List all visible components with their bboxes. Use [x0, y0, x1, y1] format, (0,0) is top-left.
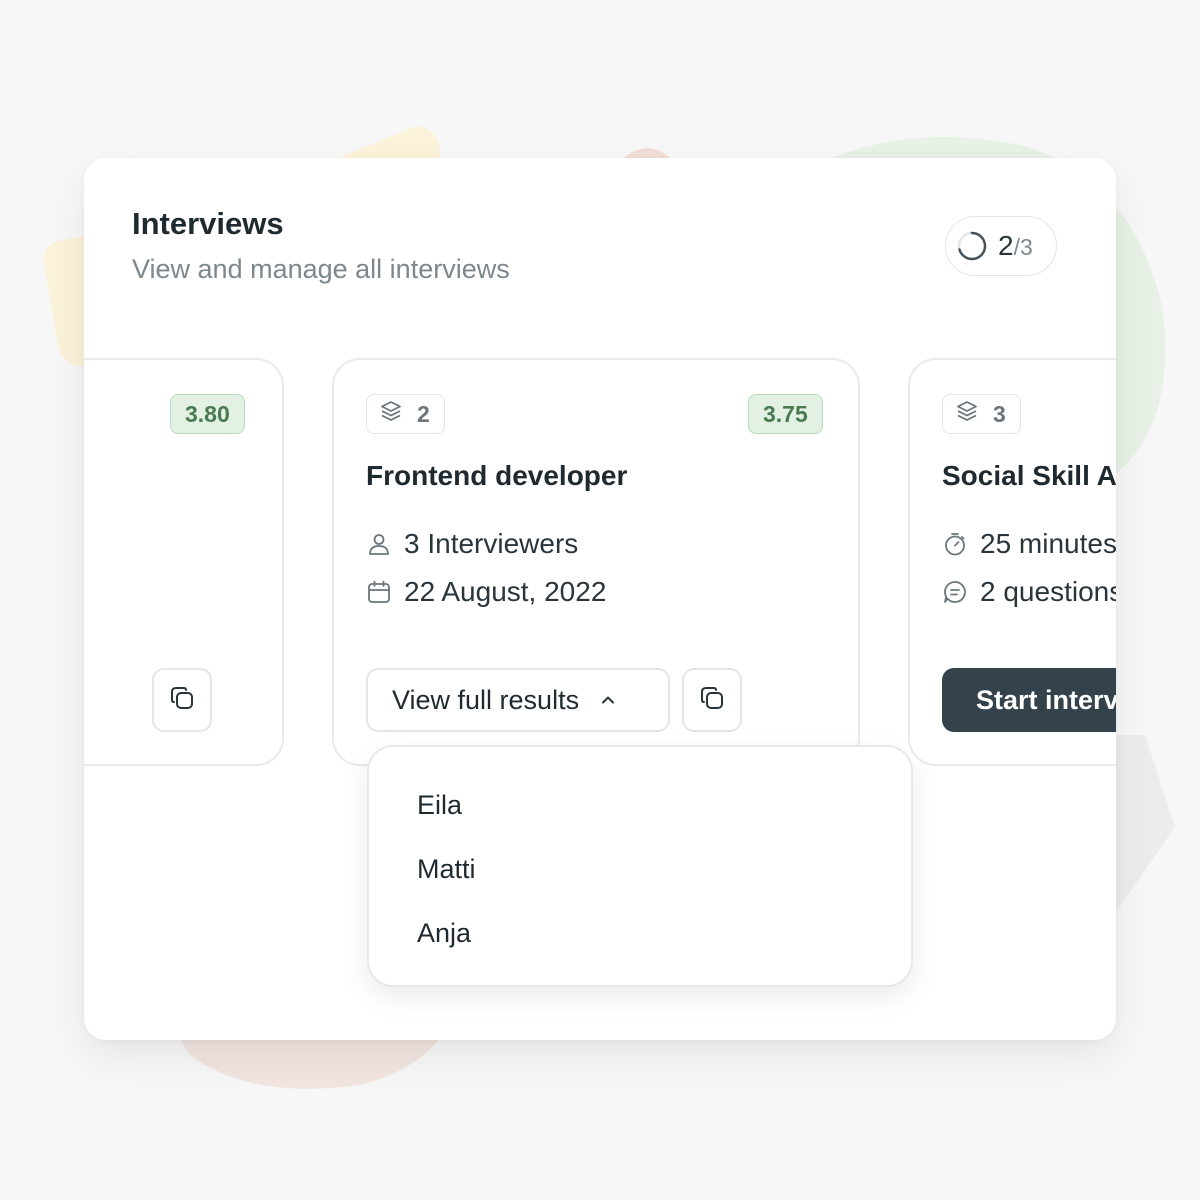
interviews-panel: Interviews View and manage all interview… — [84, 158, 1116, 1040]
loading-ring-icon — [956, 230, 988, 262]
card-title: Social Skill As — [942, 460, 1116, 491]
score-badge: 3.75 — [748, 394, 823, 434]
interviewers-meta: 3 Interviewers — [366, 528, 578, 560]
duration-meta: 25 minutes — [942, 528, 1116, 560]
question-count-badge: 3 — [942, 394, 1021, 434]
chat-icon — [942, 579, 968, 605]
dropdown-item-anja[interactable]: Anja — [369, 901, 911, 965]
pager-current: 2 — [998, 230, 1014, 261]
interview-card: 3 Social Skill As 25 minutes 2 questions… — [908, 358, 1116, 766]
user-icon — [366, 531, 392, 557]
timer-icon — [942, 531, 968, 557]
chevron-up-icon — [599, 685, 617, 716]
view-full-results-button[interactable]: View full results — [366, 668, 670, 732]
pager-total: /3 — [1013, 234, 1033, 260]
dropdown-item-eila[interactable]: Eila — [369, 773, 911, 837]
interview-date: 22 August, 2022 — [404, 576, 607, 607]
questions-text: 2 questions — [980, 576, 1116, 607]
copy-button[interactable] — [152, 668, 212, 732]
results-dropdown: Eila Matti Anja — [367, 745, 913, 987]
duration-text: 25 minutes — [980, 528, 1116, 559]
copy-button[interactable] — [682, 668, 742, 732]
pager-indicator[interactable]: 2/3 — [945, 216, 1057, 276]
dropdown-item-matti[interactable]: Matti — [369, 837, 911, 901]
page-title: Interviews — [132, 206, 284, 241]
layers-icon — [955, 399, 979, 429]
page-subtitle: View and manage all interviews — [132, 254, 510, 284]
card-title: Frontend developer — [366, 460, 628, 491]
score-badge: 3.80 — [170, 394, 245, 434]
calendar-icon — [366, 579, 392, 605]
view-full-results-label: View full results — [392, 684, 580, 715]
start-interview-button[interactable]: Start interv — [942, 668, 1116, 732]
interviewers-count: 3 Interviewers — [404, 528, 579, 559]
question-count: 3 — [993, 400, 1006, 427]
interview-card: 3.80 — [84, 358, 284, 766]
question-count-badge: 2 — [366, 394, 445, 434]
interview-card: 2 3.75 Frontend developer 3 Interviewers — [332, 358, 860, 766]
questions-meta: 2 questions — [942, 576, 1116, 608]
copy-icon — [169, 685, 195, 716]
question-count: 2 — [417, 400, 430, 427]
copy-icon — [699, 685, 725, 716]
date-meta: 22 August, 2022 — [366, 576, 606, 608]
layers-icon — [379, 399, 403, 429]
